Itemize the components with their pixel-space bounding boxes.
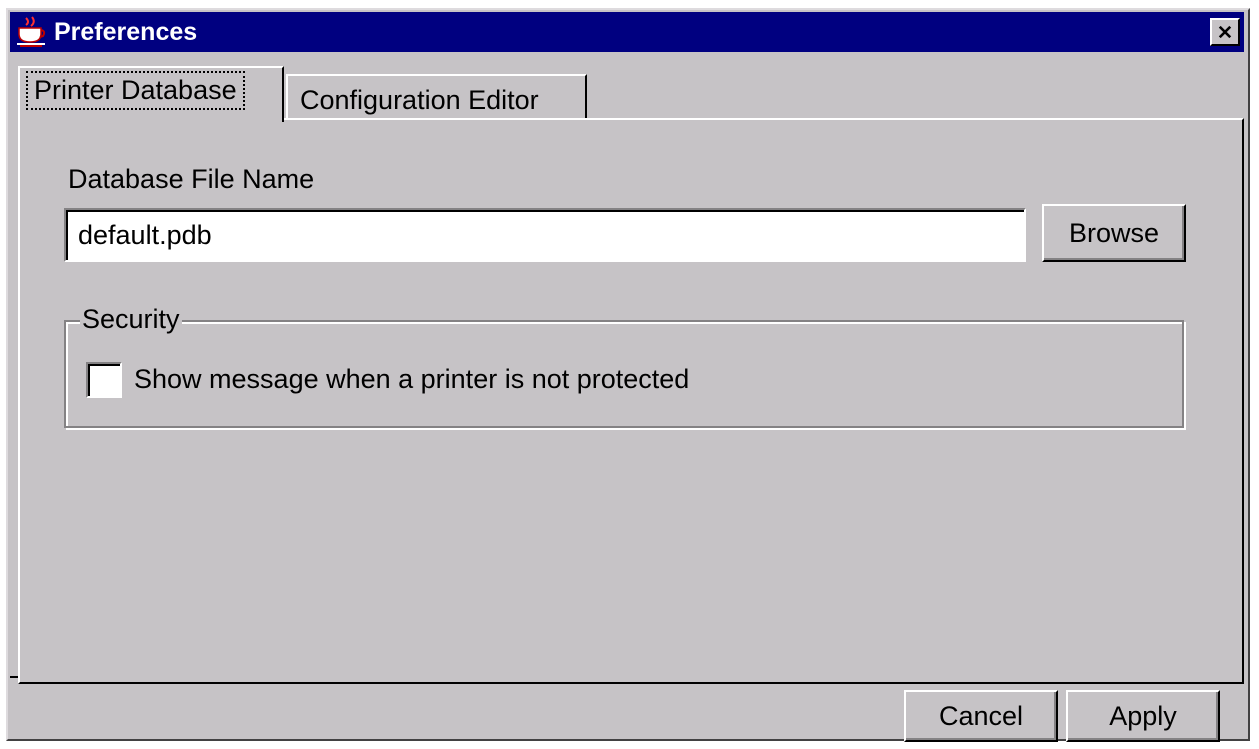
browse-button[interactable]: Browse	[1042, 204, 1186, 262]
database-file-input[interactable]	[64, 208, 1026, 262]
database-file-label: Database File Name	[68, 164, 315, 194]
security-group: Security Show message when a printer is …	[64, 304, 1184, 428]
preferences-dialog: Preferences Printer Database Configurati…	[6, 8, 1250, 742]
close-button[interactable]	[1210, 18, 1240, 46]
tab-configuration-editor[interactable]: Configuration Editor	[286, 74, 587, 120]
window-title: Preferences	[54, 17, 198, 46]
tab-label: Configuration Editor	[300, 84, 539, 115]
apply-button[interactable]: Apply	[1066, 690, 1220, 742]
tab-panel: Database File Name Browse Security Show …	[18, 118, 1244, 684]
close-icon	[1218, 25, 1232, 39]
show-message-checkbox[interactable]	[86, 362, 122, 398]
cancel-button[interactable]: Cancel	[904, 690, 1058, 742]
show-message-label[interactable]: Show message when a printer is not prote…	[134, 364, 689, 395]
title-bar[interactable]: Preferences	[10, 12, 1244, 52]
java-cup-icon	[14, 15, 48, 49]
security-legend: Security	[80, 304, 182, 335]
tab-label: Printer Database	[26, 70, 245, 110]
tab-printer-database[interactable]: Printer Database	[18, 66, 284, 122]
